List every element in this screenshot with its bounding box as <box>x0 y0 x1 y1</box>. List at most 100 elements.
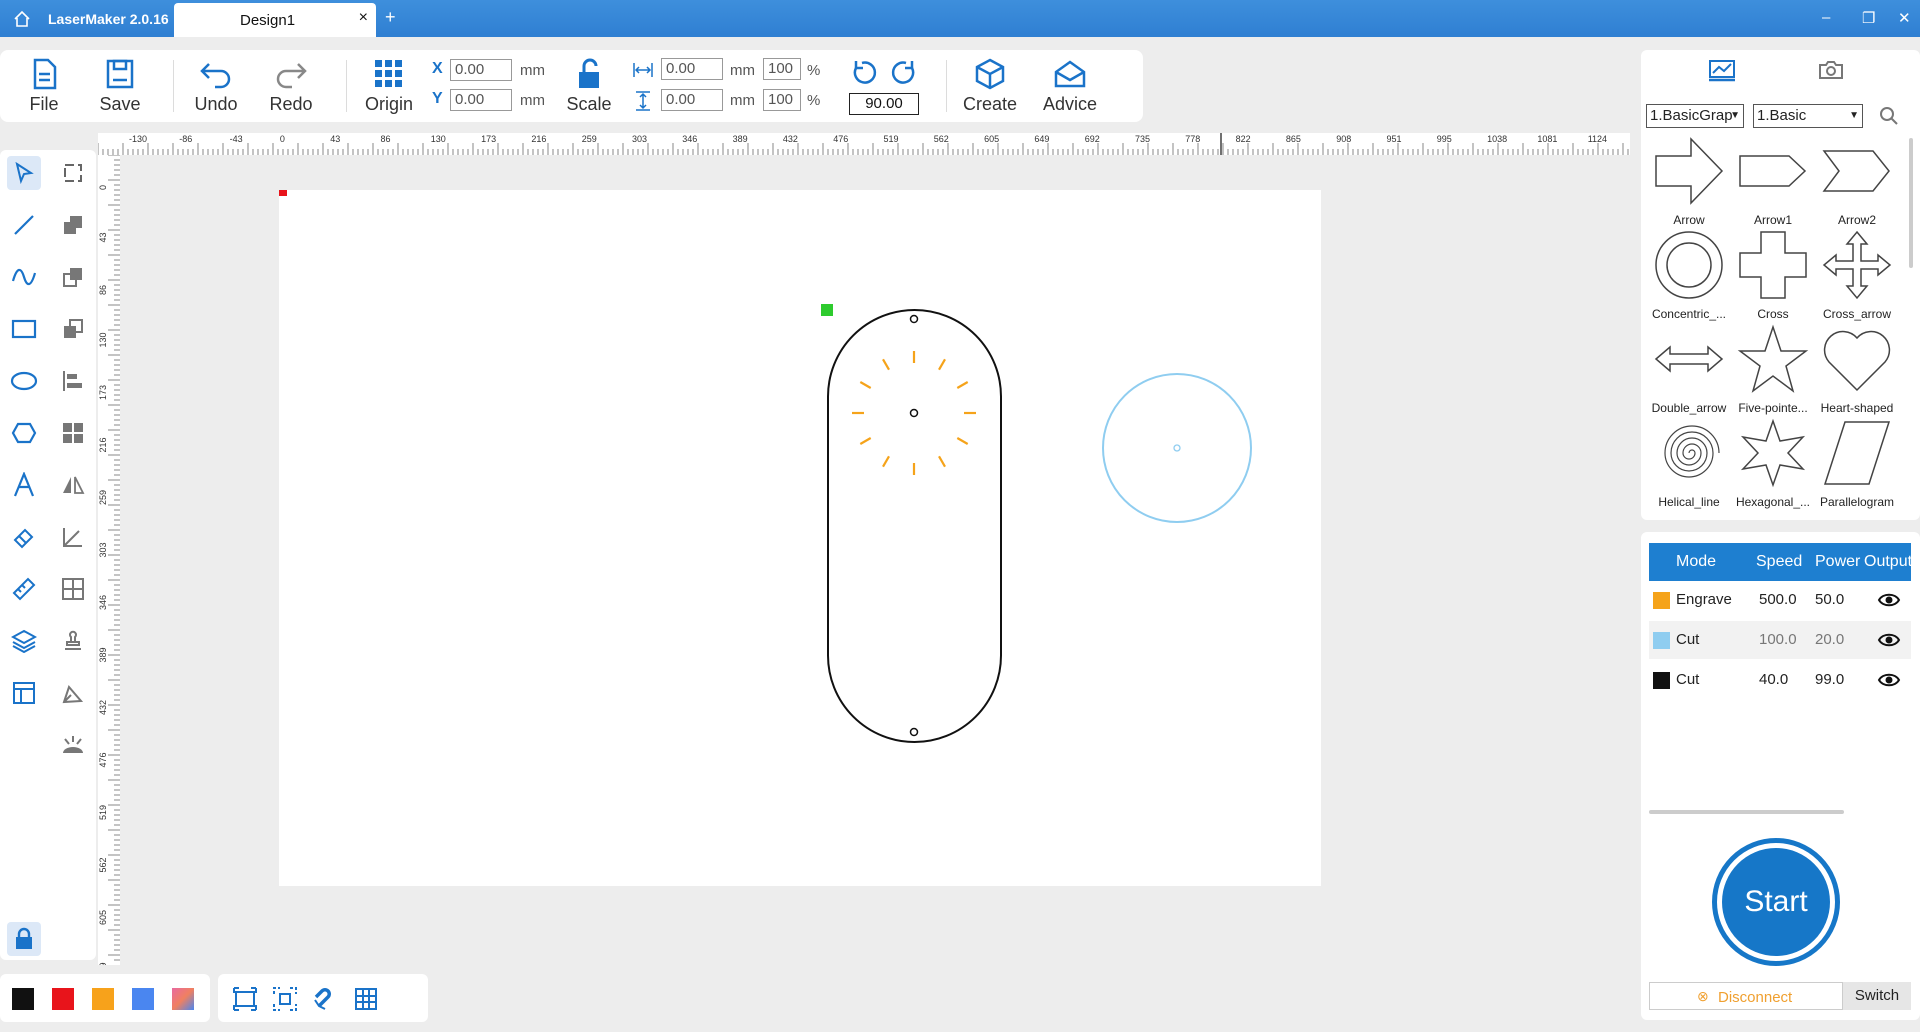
shape-cross-arrow[interactable]: Cross_arrow <box>1815 230 1899 321</box>
top-ruler[interactable]: -130 -86 -43 0 43 86 130 173 216 259 303 346 389 432 4… <box>97 133 1647 155</box>
laser-effect-tool[interactable] <box>56 728 90 762</box>
shape-arrow[interactable]: Arrow <box>1647 136 1731 227</box>
selection-marker[interactable] <box>821 304 833 316</box>
eraser-tool[interactable] <box>7 520 41 554</box>
layer-row[interactable]: Cut 100.0 20.0 <box>1649 621 1911 659</box>
subtract-tool[interactable] <box>56 260 90 294</box>
layer-scrollbar[interactable] <box>1649 810 1844 814</box>
palette-color[interactable] <box>52 988 74 1010</box>
circle-shape[interactable] <box>1102 373 1252 523</box>
shape-cross[interactable]: Cross <box>1731 230 1815 321</box>
eye-icon[interactable] <box>1877 591 1901 609</box>
intersect-tool[interactable] <box>56 312 90 346</box>
select-tool[interactable] <box>7 156 41 190</box>
camera-icon[interactable] <box>1817 58 1845 82</box>
shape-library-icon[interactable] <box>1707 58 1737 82</box>
new-tab-button[interactable]: + <box>385 7 396 28</box>
layer-row[interactable]: Engrave 500.0 50.0 <box>1649 581 1911 619</box>
shape-arrow2[interactable]: Arrow2 <box>1815 136 1899 227</box>
magnet-snap-icon[interactable] <box>312 986 338 1012</box>
combine-tool[interactable] <box>56 208 90 242</box>
design-canvas[interactable] <box>275 184 1321 886</box>
layer-mode[interactable]: Cut <box>1676 631 1699 648</box>
height-input[interactable]: 0.00 <box>661 89 723 111</box>
rotate-cw-icon[interactable] <box>890 58 918 86</box>
layer-speed[interactable]: 40.0 <box>1759 671 1788 688</box>
restore-button[interactable]: ❐ <box>1862 9 1875 27</box>
minimize-button[interactable]: – <box>1822 9 1830 26</box>
ellipse-tool[interactable] <box>7 364 41 398</box>
category-select[interactable]: 1.BasicGrap ▼ <box>1646 104 1744 128</box>
fit-selection-icon[interactable] <box>272 986 298 1012</box>
mirror-tool[interactable] <box>56 468 90 502</box>
shape-heart[interactable]: Heart-shaped <box>1815 324 1899 415</box>
palette-color[interactable] <box>172 988 194 1010</box>
polygon-tool[interactable] <box>7 416 41 450</box>
shape-five-pointed-star[interactable]: Five-pointe... <box>1731 324 1815 415</box>
search-icon[interactable] <box>1879 106 1899 126</box>
tab-close-icon[interactable]: × <box>359 9 368 27</box>
align-tool[interactable] <box>56 364 90 398</box>
layer-power[interactable]: 50.0 <box>1815 591 1844 608</box>
start-button[interactable]: Start <box>1712 838 1840 966</box>
palette-color[interactable] <box>12 988 34 1010</box>
subcategory-select[interactable]: 1.Basic ▼ <box>1753 104 1863 128</box>
close-window-button[interactable]: ✕ <box>1898 9 1911 27</box>
pen-draw-tool[interactable] <box>56 676 90 710</box>
palette-color[interactable] <box>132 988 154 1010</box>
shape-list-scrollbar[interactable] <box>1909 138 1913 268</box>
home-icon[interactable] <box>12 9 32 29</box>
disconnect-button[interactable]: ⊗ Disconnect <box>1649 982 1843 1010</box>
fit-page-icon[interactable] <box>232 986 258 1012</box>
shape-helical-line[interactable]: Helical_line <box>1647 418 1731 509</box>
save-button[interactable]: Save <box>90 58 150 115</box>
layer-color-swatch[interactable] <box>1653 672 1670 689</box>
rotate-ccw-icon[interactable] <box>850 58 878 86</box>
stamp-tool[interactable] <box>56 624 90 658</box>
rectangle-tool[interactable] <box>7 312 41 346</box>
scale-button[interactable]: Scale <box>559 58 619 115</box>
layers-tool[interactable] <box>7 624 41 658</box>
undo-button[interactable]: Undo <box>186 58 246 115</box>
measure-angle-tool[interactable] <box>56 520 90 554</box>
redo-button[interactable]: Redo <box>261 58 321 115</box>
shape-concentric[interactable]: Concentric_... <box>1647 230 1731 321</box>
tab-design1[interactable]: Design1 × <box>174 3 376 37</box>
capsule-hole-top[interactable] <box>909 314 919 324</box>
file-button[interactable]: File <box>14 58 74 115</box>
lock-toggle[interactable] <box>7 922 41 956</box>
shape-double-arrow[interactable]: Double_arrow <box>1647 324 1731 415</box>
layer-speed[interactable]: 100.0 <box>1759 631 1797 648</box>
height-percent-input[interactable]: 100 <box>763 89 801 111</box>
palette-color[interactable] <box>92 988 114 1010</box>
array-tool[interactable] <box>56 416 90 450</box>
capsule-hole-bottom[interactable] <box>909 727 919 737</box>
switch-button[interactable]: Switch <box>1843 982 1911 1010</box>
width-percent-input[interactable]: 100 <box>763 58 801 80</box>
rotation-input[interactable]: 90.00 <box>849 93 919 115</box>
layer-power[interactable]: 99.0 <box>1815 671 1844 688</box>
curve-tool[interactable] <box>7 260 41 294</box>
puzzle-box-tool[interactable] <box>56 572 90 606</box>
layer-mode[interactable]: Engrave <box>1676 591 1732 608</box>
layer-speed[interactable]: 500.0 <box>1759 591 1797 608</box>
eye-icon[interactable] <box>1877 671 1901 689</box>
node-edit-tool[interactable] <box>56 156 90 190</box>
ruler-tool[interactable] <box>7 572 41 606</box>
origin-button[interactable]: Origin <box>359 58 419 115</box>
grid-icon[interactable] <box>353 986 379 1012</box>
shape-hexagonal-star[interactable]: Hexagonal_... <box>1731 418 1815 509</box>
line-tool[interactable] <box>7 208 41 242</box>
text-tool[interactable] <box>7 468 41 502</box>
create-button[interactable]: Create <box>960 58 1020 115</box>
layer-color-swatch[interactable] <box>1653 632 1670 649</box>
width-input[interactable]: 0.00 <box>661 58 723 80</box>
layer-power[interactable]: 20.0 <box>1815 631 1844 648</box>
capsule-shape[interactable] <box>827 309 1002 743</box>
shape-arrow1[interactable]: Arrow1 <box>1731 136 1815 227</box>
capsule-center-point[interactable] <box>909 408 919 418</box>
y-position-input[interactable]: 0.00 <box>450 89 512 111</box>
layer-mode[interactable]: Cut <box>1676 671 1699 688</box>
eye-icon[interactable] <box>1877 631 1901 649</box>
left-ruler[interactable]: 0 43 86 130 173 216 259 303 346 389 432 476 519 562 60… <box>98 154 120 978</box>
